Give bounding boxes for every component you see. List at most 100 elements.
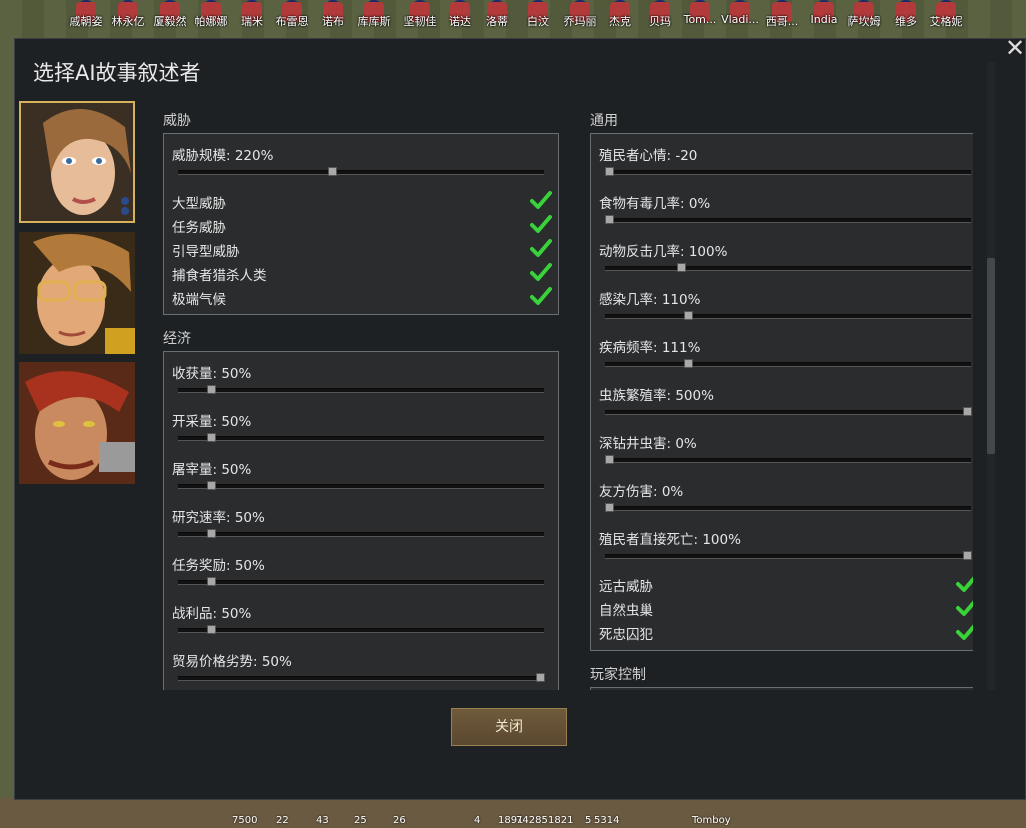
- slider-label: 研究速率: 50%: [172, 510, 265, 526]
- player-control-section-title: 玩家控制: [590, 667, 646, 683]
- checkmark-icon: [530, 287, 552, 305]
- right-settings-column: 通用 殖民者心情: -20 食物有毒几率: 0% 动物反击几率: 100% 感染几率:…: [575, 72, 973, 690]
- setting-slider[interactable]: [178, 433, 544, 442]
- storyteller-portrait-3-art: [19, 362, 135, 484]
- slider-label: 贸易价格劣势: 50%: [172, 654, 292, 670]
- map-count-label: 5: [585, 815, 592, 826]
- map-count-label: Tomboy: [692, 815, 731, 826]
- setting-slider[interactable]: [605, 167, 971, 176]
- slider-label: 任务奖励: 50%: [172, 558, 265, 574]
- dialog-scrollbar[interactable]: [987, 62, 995, 690]
- checkmark-icon: [530, 191, 552, 209]
- storyteller-portrait-1-art: [43, 108, 131, 215]
- checkmark-icon: [956, 624, 973, 640]
- threat-scale-slider[interactable]: [178, 167, 544, 176]
- map-count-label: 43: [316, 815, 329, 826]
- checkmark-icon: [530, 263, 552, 281]
- setting-slider[interactable]: [178, 577, 544, 586]
- checkmark-icon: [956, 576, 973, 592]
- threat-toggle-checkbox[interactable]: [530, 286, 552, 306]
- slider-thumb[interactable]: [676, 263, 686, 272]
- slider-label: 动物反击几率: 100%: [599, 244, 728, 260]
- slider-thumb[interactable]: [206, 529, 216, 538]
- slider-thumb[interactable]: [605, 215, 614, 224]
- setting-slider[interactable]: [605, 311, 971, 320]
- left-settings-column: 威胁 威胁规模: 220% 大型威胁 任务威胁 引导型威胁 捕食者猎杀人类 极端气候 经…: [163, 72, 559, 690]
- threat-section-title: 威胁: [163, 113, 191, 129]
- storyteller-portrait-3[interactable]: [19, 362, 135, 484]
- general-toggle-checkbox[interactable]: [956, 621, 973, 641]
- setting-slider[interactable]: [178, 625, 544, 634]
- storyteller-portrait-2-art: [19, 232, 135, 354]
- storyteller-portrait-2[interactable]: [19, 232, 135, 354]
- economy-box: 收获量: 50% 开采量: 50% 屠宰量: 50% 研究速率: 50% 任务奖励: 5…: [163, 351, 559, 690]
- slider-thumb[interactable]: [328, 167, 338, 176]
- threat-toggle-label: 任务威胁: [172, 220, 226, 236]
- slider-thumb[interactable]: [605, 167, 614, 176]
- slider-thumb[interactable]: [536, 673, 545, 682]
- threat-toggle-label: 捕食者猎杀人类: [172, 268, 267, 284]
- setting-slider[interactable]: [178, 481, 544, 490]
- slider-thumb[interactable]: [683, 359, 693, 368]
- setting-slider[interactable]: [605, 455, 971, 464]
- slider-thumb[interactable]: [206, 577, 216, 586]
- threat-toggle-label: 引导型威胁: [172, 244, 240, 260]
- slider-label: 开采量: 50%: [172, 414, 252, 430]
- checkmark-icon: [530, 239, 552, 257]
- setting-slider[interactable]: [178, 529, 544, 538]
- checkmark-icon: [530, 215, 552, 233]
- close-icon[interactable]: ✕: [1004, 36, 1026, 60]
- slider-thumb[interactable]: [963, 551, 972, 560]
- slider-thumb[interactable]: [206, 385, 216, 394]
- setting-slider[interactable]: [178, 673, 545, 682]
- map-count-label: 22: [276, 815, 289, 826]
- map-count-label: 5314: [594, 815, 620, 826]
- setting-slider[interactable]: [605, 407, 972, 416]
- slider-thumb[interactable]: [605, 503, 614, 512]
- colonist-portrait[interactable]: 艾格妮: [922, 0, 970, 36]
- map-count-label: 74285: [516, 815, 548, 826]
- slider-thumb[interactable]: [206, 433, 216, 442]
- general-section-title: 通用: [590, 113, 618, 129]
- setting-slider[interactable]: [605, 263, 971, 272]
- slider-label: 战利品: 50%: [172, 606, 252, 622]
- setting-slider[interactable]: [605, 215, 971, 224]
- slider-thumb[interactable]: [206, 481, 216, 490]
- bottom-map-strip: 7500 22 43 25 26 4 1891 74285 1821 5 5314 Tomboy: [0, 798, 1026, 828]
- scrollbar-thumb[interactable]: [987, 258, 995, 454]
- slider-thumb[interactable]: [605, 455, 614, 464]
- close-button[interactable]: 关闭: [451, 708, 567, 746]
- checkmark-icon: [956, 600, 973, 616]
- threat-toggle-checkbox[interactable]: [530, 214, 552, 234]
- setting-slider[interactable]: [605, 551, 972, 560]
- slider-label: 友方伤害: 0%: [599, 484, 684, 500]
- slider-thumb[interactable]: [683, 311, 693, 320]
- economy-section-title: 经济: [163, 331, 191, 347]
- general-toggle-label: 远古威胁: [599, 579, 653, 595]
- general-toggle-checkbox[interactable]: [956, 597, 973, 617]
- setting-slider[interactable]: [178, 385, 544, 394]
- player-control-box: 玩家可以制作陷阱玩家可以建造炮塔: [590, 687, 973, 690]
- slider-label: 屠宰量: 50%: [172, 462, 252, 478]
- threat-scale-label: 威胁规模: 220%: [172, 148, 274, 164]
- threat-toggle-checkbox[interactable]: [530, 238, 552, 258]
- slider-label: 感染几率: 110%: [599, 292, 701, 308]
- storyteller-portrait-1[interactable]: [19, 101, 135, 223]
- slider-thumb[interactable]: [206, 625, 216, 634]
- map-count-label: 7500: [232, 815, 258, 826]
- threat-toggle-checkbox[interactable]: [530, 190, 552, 210]
- slider-label: 虫族繁殖率: 500%: [599, 388, 714, 404]
- slider-label: 深钻井虫害: 0%: [599, 436, 697, 452]
- colonist-bar: 戚朝姿 林永亿 厦毅然 帕娜娜 瑞米 布雷恩 诺布 库库斯 坚韧佳 诺达 洛蒂 白汶 乔玛丽 杰克 贝玛 To…: [0, 0, 1026, 36]
- general-toggle-label: 自然虫巢: [599, 603, 653, 619]
- general-toggle-label: 死忠囚犯: [599, 627, 653, 643]
- slider-label: 疾病频率: 111%: [599, 340, 701, 356]
- setting-slider[interactable]: [605, 359, 971, 368]
- slider-label: 殖民者心情: -20: [599, 148, 698, 164]
- map-count-label: 26: [393, 815, 406, 826]
- slider-thumb[interactable]: [963, 407, 972, 416]
- setting-slider[interactable]: [605, 503, 971, 512]
- general-toggle-checkbox[interactable]: [956, 573, 973, 593]
- threat-toggle-checkbox[interactable]: [530, 262, 552, 282]
- slider-label: 食物有毒几率: 0%: [599, 196, 711, 212]
